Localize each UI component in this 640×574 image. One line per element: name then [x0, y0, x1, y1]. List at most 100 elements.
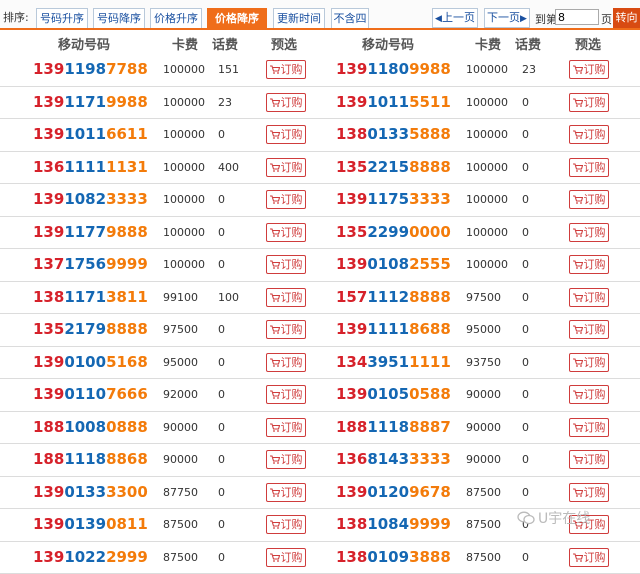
cart-icon — [573, 423, 583, 432]
call-fee: 0 — [522, 323, 529, 336]
phone-number[interactable]: 13911753333 — [336, 190, 451, 208]
phone-number[interactable]: 13911118688 — [336, 320, 451, 338]
go-button[interactable]: 转向 — [613, 8, 640, 28]
phone-number[interactable]: 13901107666 — [33, 385, 148, 403]
order-label: 订购 — [281, 518, 303, 531]
phone-number[interactable]: 13910115511 — [336, 93, 451, 111]
sort-price-asc-button[interactable]: 价格升序 — [150, 8, 202, 28]
phone-number[interactable]: 13911719988 — [33, 93, 148, 111]
phone-number[interactable]: 18811188868 — [33, 450, 148, 468]
order-button[interactable]: 订购 — [569, 385, 609, 404]
order-button[interactable]: 订购 — [266, 158, 306, 177]
order-button[interactable]: 订购 — [569, 353, 609, 372]
phone-number[interactable]: 13810849999 — [336, 515, 451, 533]
number-prefix: 139 — [336, 93, 367, 111]
sort-toolbar: 排序: 号码升序 号码降序 价格升序 价格降序 更新时间 不含四 ◀上一页 下一… — [0, 0, 640, 30]
phone-number[interactable]: 13439511111 — [336, 353, 451, 371]
number-middle: 2215 — [367, 158, 409, 176]
phone-number[interactable]: 13801093888 — [336, 548, 451, 566]
order-button[interactable]: 订购 — [569, 483, 609, 502]
sort-price-desc-button[interactable]: 价格降序 — [207, 8, 267, 28]
call-fee: 0 — [218, 453, 225, 466]
phone-number[interactable]: 13911987788 — [33, 60, 148, 78]
order-button[interactable]: 订购 — [266, 93, 306, 112]
phone-number[interactable]: 13521798888 — [33, 320, 148, 338]
number-prefix: 139 — [336, 60, 367, 78]
number-middle: 1008 — [64, 418, 106, 436]
phone-number[interactable]: 13910823333 — [33, 190, 148, 208]
number-prefix: 135 — [336, 223, 367, 241]
sort-update-time-button[interactable]: 更新时间 — [273, 8, 325, 28]
order-button[interactable]: 订购 — [569, 320, 609, 339]
phone-number[interactable]: 13717569999 — [33, 255, 148, 273]
card-fee: 87750 — [163, 486, 198, 499]
phone-number[interactable]: 13901209678 — [336, 483, 451, 501]
order-button[interactable]: 订购 — [266, 548, 306, 567]
card-fee: 95000 — [466, 323, 501, 336]
cart-icon — [573, 455, 583, 464]
order-button[interactable]: 订购 — [569, 450, 609, 469]
order-button[interactable]: 订购 — [569, 125, 609, 144]
order-button[interactable]: 订购 — [266, 385, 306, 404]
order-button[interactable]: 订购 — [569, 93, 609, 112]
order-button[interactable]: 订购 — [569, 158, 609, 177]
phone-number[interactable]: 15711128888 — [336, 288, 451, 306]
number-suffix: 8868 — [106, 450, 148, 468]
number-suffix: 9988 — [106, 93, 148, 111]
phone-number[interactable]: 13522990000 — [336, 223, 451, 241]
order-button[interactable]: 订购 — [266, 190, 306, 209]
phone-number[interactable]: 13901082555 — [336, 255, 451, 273]
cart-icon — [573, 98, 583, 107]
order-button[interactable]: 订购 — [266, 223, 306, 242]
phone-number[interactable]: 13901390811 — [33, 515, 148, 533]
order-button[interactable]: 订购 — [569, 223, 609, 242]
order-button[interactable]: 订购 — [569, 255, 609, 274]
order-button[interactable]: 订购 — [266, 60, 306, 79]
order-label: 订购 — [584, 421, 606, 434]
order-button[interactable]: 订购 — [569, 288, 609, 307]
order-button[interactable]: 订购 — [266, 125, 306, 144]
order-button[interactable]: 订购 — [569, 418, 609, 437]
order-button[interactable]: 订购 — [266, 483, 306, 502]
order-button[interactable]: 订购 — [266, 288, 306, 307]
phone-number[interactable]: 13801335888 — [336, 125, 451, 143]
exclude-four-button[interactable]: 不含四 — [331, 8, 369, 28]
card-fee: 100000 — [163, 96, 205, 109]
phone-number[interactable]: 13901005168 — [33, 353, 148, 371]
order-button[interactable]: 订购 — [266, 450, 306, 469]
number-middle: 0120 — [367, 483, 409, 501]
phone-number[interactable]: 13910116611 — [33, 125, 148, 143]
number-suffix: 5888 — [409, 125, 451, 143]
phone-number[interactable]: 18811188887 — [336, 418, 451, 436]
phone-number[interactable]: 13611111131 — [33, 158, 148, 176]
sort-number-desc-button[interactable]: 号码降序 — [93, 8, 145, 28]
sort-number-asc-button[interactable]: 号码升序 — [36, 8, 88, 28]
order-button[interactable]: 订购 — [266, 320, 306, 339]
phone-number[interactable]: 13901050588 — [336, 385, 451, 403]
card-fee: 100000 — [466, 63, 508, 76]
order-button[interactable]: 订购 — [569, 190, 609, 209]
order-button[interactable]: 订购 — [569, 548, 609, 567]
order-button[interactable]: 订购 — [569, 60, 609, 79]
phone-number[interactable]: 13681433333 — [336, 450, 451, 468]
phone-number[interactable]: 13811713811 — [33, 288, 148, 306]
phone-number[interactable]: 18810080888 — [33, 418, 148, 436]
phone-number[interactable]: 13901333300 — [33, 483, 148, 501]
number-prefix: 188 — [336, 418, 367, 436]
phone-number[interactable]: 13522158888 — [336, 158, 451, 176]
number-suffix: 6611 — [106, 125, 148, 143]
next-page-button[interactable]: 下一页▶ — [484, 8, 530, 28]
number-prefix: 138 — [336, 548, 367, 566]
order-button[interactable]: 订购 — [266, 255, 306, 274]
cart-icon — [270, 228, 280, 237]
order-button[interactable]: 订购 — [266, 418, 306, 437]
order-label: 订购 — [584, 388, 606, 401]
order-label: 订购 — [584, 96, 606, 109]
order-button[interactable]: 订购 — [266, 515, 306, 534]
phone-number[interactable]: 13911809988 — [336, 60, 451, 78]
phone-number[interactable]: 13910222999 — [33, 548, 148, 566]
page-number-input[interactable] — [555, 9, 599, 25]
order-button[interactable]: 订购 — [266, 353, 306, 372]
prev-page-button[interactable]: ◀上一页 — [432, 8, 478, 28]
phone-number[interactable]: 13911779888 — [33, 223, 148, 241]
